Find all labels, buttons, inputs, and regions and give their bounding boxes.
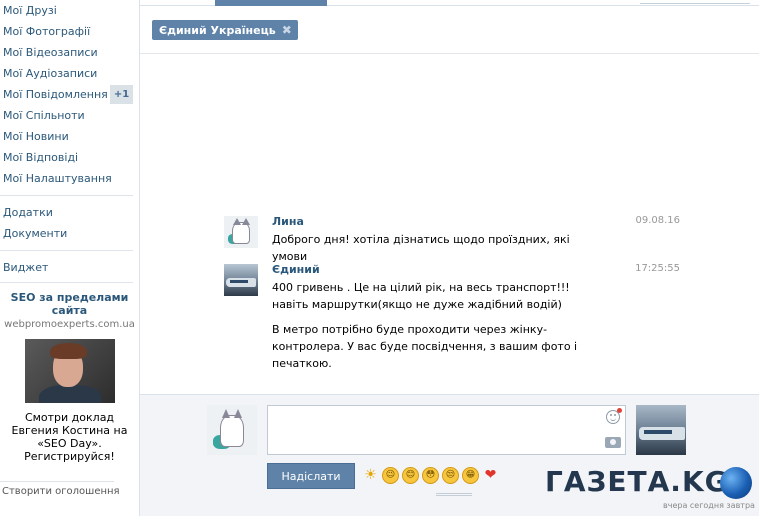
ad-domain: webpromoexperts.com.ua (4, 319, 135, 330)
my-avatar[interactable] (207, 405, 257, 455)
close-icon[interactable]: ✖ (282, 20, 292, 40)
globe-icon (720, 467, 752, 499)
blush-emoji-icon[interactable]: 😳 (422, 467, 439, 484)
message-text: Доброго дня! хотіла дізнатись щодо проїз… (272, 233, 570, 263)
wink-emoji-icon[interactable]: 😉 (382, 467, 399, 484)
message-input[interactable] (267, 405, 626, 455)
tertiary-menu: Виджет (0, 257, 139, 278)
sidebar-ad[interactable]: SEO за пределами сайта webpromoexperts.c… (0, 291, 139, 463)
ad-title[interactable]: SEO за пределами сайта (0, 291, 139, 317)
heart-emoji-icon[interactable]: ❤ (482, 467, 499, 484)
menu-item-label: Мої Відповіді (3, 151, 79, 164)
avatar-ear (222, 409, 230, 418)
menu-item-label: Мої Налаштування (3, 172, 112, 185)
menu-item-replies[interactable]: Мої Відповіді (0, 147, 139, 168)
ad-divider (0, 481, 114, 482)
grin-emoji-icon[interactable]: 😁 (462, 467, 479, 484)
avatar-ear (242, 218, 250, 225)
watermark-tagline: вчера сегодня завтра (663, 501, 755, 510)
message-text: 400 гривень . Це на цілий рік, на весь т… (272, 281, 570, 311)
message-author[interactable]: Лина (272, 215, 304, 228)
menu-item-videos[interactable]: Мої Відеозаписи (0, 42, 139, 63)
menu-item-label: Виджет (3, 261, 49, 274)
messages-panel: Єдиний Українець ✖ Лина 09.08.16 Доброго … (139, 0, 759, 516)
recipient-tag-label: Єдиний Українець (159, 24, 276, 37)
avatar-figure (220, 415, 244, 447)
unamused-emoji-icon[interactable]: 😒 (442, 467, 459, 484)
camera-icon[interactable] (605, 437, 621, 448)
send-button[interactable]: Надіслати (267, 463, 355, 489)
menu-item-label: Мої Спільноти (3, 109, 85, 122)
ad-photo-hair (49, 343, 87, 359)
avatar-train-window (230, 280, 248, 283)
menu-item-messages[interactable]: Мої Повідомлення +1 (0, 84, 139, 105)
menu-item-label: Мої Фотографії (3, 25, 91, 38)
avatar-ear (234, 409, 242, 418)
smile-emoji-icon[interactable]: 😊 (402, 467, 419, 484)
top-tabs-bar (140, 0, 759, 6)
menu-item-photos[interactable]: Мої Фотографії (0, 21, 139, 42)
menu-item-audio[interactable]: Мої Аудіозаписи (0, 63, 139, 84)
left-sidebar: Мої Друзі Мої Фотографії Мої Відеозаписи… (0, 0, 139, 516)
menu-item-label: Додатки (3, 206, 53, 219)
recipient-avatar[interactable] (636, 405, 686, 455)
menu-divider (0, 282, 133, 283)
message-time: 09.08.16 (635, 215, 680, 226)
menu-item-communities[interactable]: Мої Спільноти (0, 105, 139, 126)
notification-dot-icon (617, 408, 622, 413)
main-menu: Мої Друзі Мої Фотографії Мої Відеозаписи… (0, 0, 139, 189)
menu-item-label: Мої Друзі (3, 4, 57, 17)
menu-item-widget[interactable]: Виджет (0, 257, 139, 278)
watermark-logo-text: ГАЗЕТА.KG (545, 465, 729, 498)
menu-item-label: Мої Відеозаписи (3, 46, 98, 59)
secondary-menu: Додатки Документи (0, 202, 139, 244)
create-ad-link[interactable]: Створити оголошення (2, 486, 120, 497)
message-time: 17:25:55 (635, 263, 680, 274)
menu-item-documents[interactable]: Документи (0, 223, 139, 244)
menu-item-settings[interactable]: Мої Налаштування (0, 168, 139, 189)
header-divider (140, 53, 759, 54)
messages-count-badge[interactable]: +1 (110, 85, 133, 104)
menu-item-label: Мої Повідомлення (3, 88, 108, 101)
message-text: В метро потрібно буде проходити через жі… (272, 323, 578, 370)
ad-photo-body (38, 385, 101, 403)
menu-item-news[interactable]: Мої Новини (0, 126, 139, 147)
menu-divider (0, 195, 133, 196)
top-tabs-right (640, 0, 750, 4)
menu-item-apps[interactable]: Додатки (0, 202, 139, 223)
menu-item-label: Документи (3, 227, 68, 240)
ad-photo[interactable] (24, 339, 115, 403)
watermark-logo: ГАЗЕТА.KG вчера сегодня завтра (545, 465, 759, 510)
ad-text[interactable]: Смотри доклад Евгения Костина на «SEO Da… (0, 411, 139, 463)
menu-item-friends[interactable]: Мої Друзі (0, 0, 139, 21)
sun-emoji-icon[interactable]: ☀ (362, 467, 379, 484)
recipient-tag[interactable]: Єдиний Українець ✖ (152, 20, 298, 40)
avatar[interactable] (224, 264, 258, 296)
avatar-ear (233, 218, 241, 225)
emoji-bar: ☀ 😉 😊 😳 😒 😁 ❤ (362, 467, 499, 485)
avatar-train-window (644, 430, 672, 434)
menu-item-label: Мої Аудіозаписи (3, 67, 98, 80)
active-tab[interactable] (215, 0, 327, 6)
menu-divider (0, 250, 133, 251)
avatar-figure (232, 222, 250, 244)
resize-handle[interactable] (436, 493, 472, 496)
avatar[interactable] (224, 216, 258, 248)
menu-item-label: Мої Новини (3, 130, 69, 143)
message-author[interactable]: Єдиний (272, 263, 320, 276)
message-composer: Надіслати ☀ 😉 😊 😳 😒 😁 ❤ ГАЗЕТА.KG вчера … (140, 394, 759, 516)
